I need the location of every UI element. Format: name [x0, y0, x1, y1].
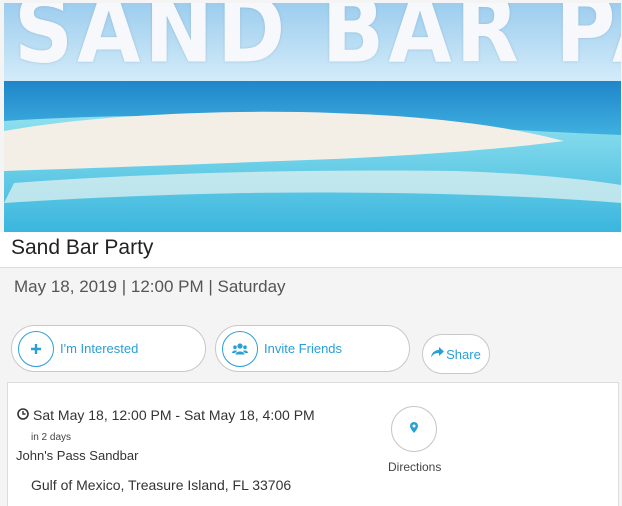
- time-range-text: Sat May 18, 12:00 PM - Sat May 18, 4:00 …: [33, 407, 315, 423]
- directions-label[interactable]: Directions: [388, 460, 441, 474]
- event-date-line: May 18, 2019 | 12:00 PM | Saturday: [14, 277, 286, 296]
- relative-time: in 2 days: [31, 432, 72, 443]
- directions-button[interactable]: [391, 406, 437, 452]
- plus-icon: [18, 330, 54, 367]
- share-label: Share: [446, 346, 481, 362]
- share-button[interactable]: Share: [422, 334, 490, 374]
- users-icon: [222, 330, 258, 367]
- banner-text: SAND BAR PARTY: [14, 3, 621, 84]
- venue-name: John's Pass Sandbar: [16, 448, 139, 463]
- event-banner-image: SAND BAR PARTY: [4, 3, 621, 232]
- invite-friends-label: Invite Friends: [264, 341, 343, 356]
- interested-label: I'm Interested: [60, 341, 139, 356]
- share-icon: [431, 345, 445, 363]
- event-time-range: Sat May 18, 12:00 PM - Sat May 18, 4:00 …: [17, 407, 315, 423]
- map-pin-icon: [410, 420, 418, 438]
- invite-friends-button[interactable]: Invite Friends: [215, 325, 410, 372]
- interested-button[interactable]: I'm Interested: [11, 325, 206, 372]
- venue-address: Gulf of Mexico, Treasure Island, FL 3370…: [31, 477, 292, 493]
- event-title: Sand Bar Party: [11, 236, 154, 259]
- clock-icon: [17, 407, 29, 423]
